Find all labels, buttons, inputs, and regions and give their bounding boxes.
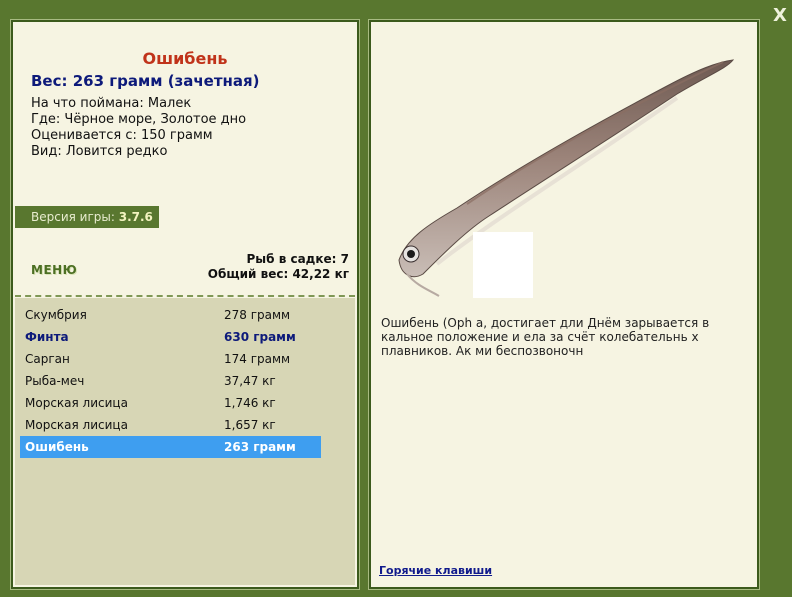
catch-name: Скумбрия <box>25 308 87 322</box>
fish-info-panel: Ошибень Вес: 263 грамм (зачетная) На что… <box>10 19 360 590</box>
catch-row[interactable]: Морская лисица 1,657 кг <box>20 414 321 436</box>
catch-name: Ошибень <box>25 440 89 454</box>
hotkeys-link[interactable]: Горячие клавиши <box>379 564 492 577</box>
catch-weight: 278 грамм <box>224 308 291 322</box>
catch-weight: 263 грамм <box>224 440 296 454</box>
version-label: Версия игры: <box>31 210 115 224</box>
divider <box>15 295 355 297</box>
catch-row-selected[interactable]: Ошибень 263 грамм <box>20 436 321 458</box>
version-value: 3.7.6 <box>118 210 153 224</box>
catch-list: Скумбрия 278 грамм Финта 630 грамм Сарга… <box>15 298 355 585</box>
catch-weight: 1,746 кг <box>224 396 276 410</box>
catch-row[interactable]: Финта 630 грамм <box>20 326 321 348</box>
menu-button[interactable]: МЕНЮ <box>31 263 77 277</box>
catch-row[interactable]: Рыба-меч 37,47 кг <box>20 370 321 392</box>
catch-name: Рыба-меч <box>25 374 85 388</box>
fish-weight: Вес: 263 грамм (зачетная) <box>31 72 260 90</box>
bait-info: На что поймана: Малек <box>31 96 192 111</box>
fish-image <box>398 59 735 298</box>
catch-row[interactable]: Морская лисица 1,746 кг <box>20 392 321 414</box>
catch-weight: 174 грамм <box>224 352 291 366</box>
keepnet-summary: Рыб в садке: 7 Общий вес: 42,22 кг <box>208 252 349 282</box>
close-icon[interactable]: X <box>770 6 790 26</box>
catch-name: Морская лисица <box>25 396 128 410</box>
keepnet-count: Рыб в садке: 7 <box>246 252 350 266</box>
catch-row[interactable]: Скумбрия 278 грамм <box>20 304 321 326</box>
catch-weight: 37,47 кг <box>224 374 276 388</box>
valued-from-info: Оценивается с: 150 грамм <box>31 128 213 143</box>
catch-name: Морская лисица <box>25 418 128 432</box>
fish-description: Ошибень (Oph а, достигает дли Днём зарыв… <box>381 316 710 358</box>
game-version: Версия игры: 3.7.6 <box>15 206 159 228</box>
catch-name: Финта <box>25 330 69 344</box>
kind-info: Вид: Ловится редко <box>31 144 168 159</box>
fish-detail-panel: Ошибень (Oph а, достигает дли Днём зарыв… <box>368 19 760 590</box>
catch-weight: 1,657 кг <box>224 418 276 432</box>
keepnet-total-weight: Общий вес: 42,22 кг <box>207 267 349 281</box>
catch-row[interactable]: Сарган 174 грамм <box>20 348 321 370</box>
catch-weight: 630 грамм <box>224 330 296 344</box>
catch-name: Сарган <box>25 352 70 366</box>
fish-name: Ошибень <box>142 49 228 68</box>
location-info: Где: Чёрное море, Золотое дно <box>31 112 247 127</box>
